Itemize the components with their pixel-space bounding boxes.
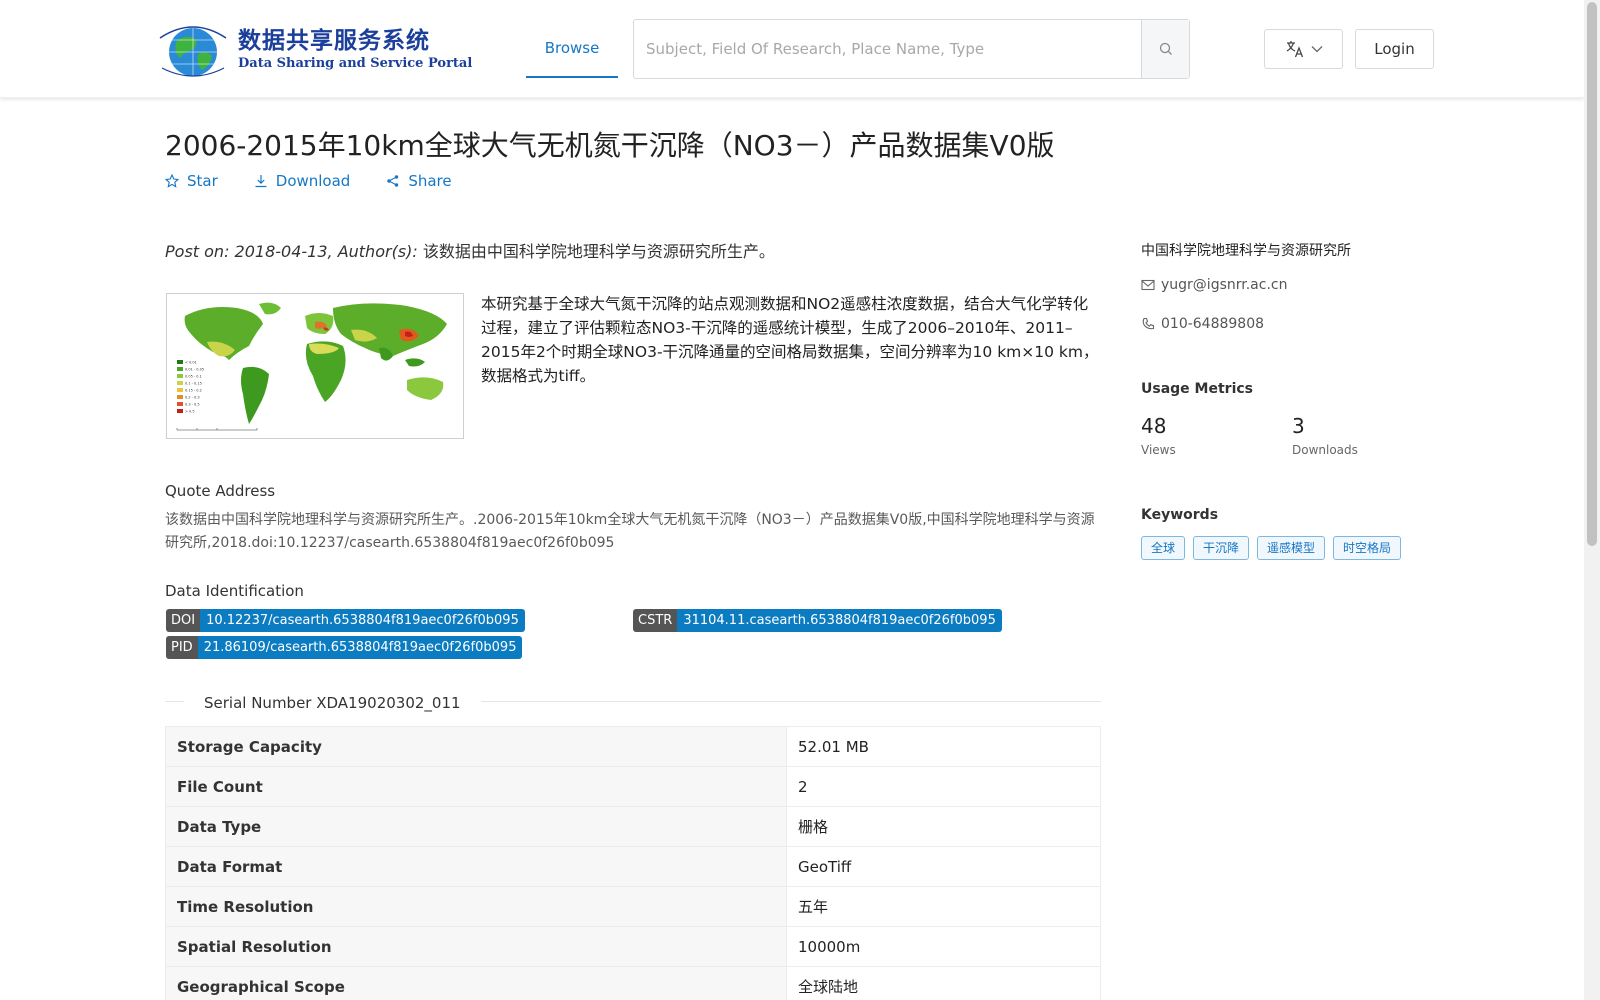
contact-email[interactable]: yugr@igsnrr.ac.cn <box>1141 277 1287 293</box>
info-value: 2 <box>786 766 1101 807</box>
search-button[interactable] <box>1141 20 1189 78</box>
info-value: 全球陆地 <box>786 966 1101 1000</box>
nav-browse-link[interactable]: Browse <box>526 0 618 78</box>
svg-text:0.1 - 0.15: 0.1 - 0.15 <box>185 382 202 386</box>
scrollbar-thumb[interactable] <box>1587 2 1597 546</box>
keyword-tag[interactable]: 干沉降 <box>1193 536 1250 560</box>
dataset-title: 2006-2015年10km全球大气无机氮干沉降（NO3－）产品数据集V0版 <box>165 129 1055 162</box>
logo-title-cn: 数据共享服务系统 <box>238 28 430 54</box>
author-text: 该数据由中国科学院地理科学与资源研究所生产。 <box>417 242 775 261</box>
info-value: GeoTiff <box>786 846 1101 887</box>
usage-metrics-title: Usage Metrics <box>1141 381 1253 397</box>
svg-text:0.3 - 0.5: 0.3 - 0.5 <box>185 403 200 407</box>
table-row: Geographical Scope 全球陆地 <box>165 966 1101 1000</box>
svg-text:0.01 - 0.05: 0.01 - 0.05 <box>185 368 204 372</box>
star-icon <box>165 174 179 188</box>
post-info: Post on: 2018-04-13, Author(s): 该数据由中国科学… <box>165 238 775 262</box>
translate-icon <box>1286 41 1303 58</box>
search-input[interactable] <box>634 20 1141 78</box>
top-header: 数据共享服务系统 Data Sharing and Service Portal… <box>0 0 1584 98</box>
dataset-actions: Star Download Share <box>165 172 488 190</box>
email-text: yugr@igsnrr.ac.cn <box>1161 277 1288 293</box>
info-value: 52.01 MB <box>786 726 1101 767</box>
globe-logo-icon <box>154 20 232 80</box>
pid-badge-key: PID <box>166 636 198 659</box>
keyword-tag[interactable]: 遥感模型 <box>1257 536 1326 560</box>
search-bar <box>633 19 1190 79</box>
contact-phone[interactable]: 010-64889808 <box>1141 316 1264 332</box>
dataset-thumbnail-map[interactable]: < 0.01 0.01 - 0.05 0.05 - 0.1 0.1 - 0.15… <box>166 293 464 439</box>
share-label: Share <box>408 172 452 190</box>
phone-text: 010-64889808 <box>1161 316 1265 332</box>
keywords-title: Keywords <box>1141 507 1219 523</box>
views-label: Views <box>1141 443 1176 457</box>
logo-title-en: Data Sharing and Service Portal <box>238 56 473 71</box>
keyword-list: 全球 干沉降 遥感模型 时空格局 <box>1141 536 1402 560</box>
pid-badge[interactable]: PID 21.86109/casearth.6538804f819aec0f26… <box>166 636 523 659</box>
doi-badge-value: 10.12237/casearth.6538804f819aec0f26f0b0… <box>200 609 525 632</box>
info-key: File Count <box>165 766 787 807</box>
download-label: Download <box>275 172 351 190</box>
table-row: File Count 2 <box>165 766 1101 807</box>
cstr-badge-key: CSTR <box>633 609 678 632</box>
pid-badge-value: 21.86109/casearth.6538804f819aec0f26f0b0… <box>197 636 523 659</box>
cstr-badge-value: 31104.11.casearth.6538804f819aec0f26f0b0… <box>677 609 1002 632</box>
data-identification-label: Data Identification <box>165 582 304 600</box>
info-key: Geographical Scope <box>165 966 787 1000</box>
svg-text:< 0.01: < 0.01 <box>185 361 197 365</box>
download-button[interactable]: Download <box>254 172 351 190</box>
share-icon <box>387 175 399 187</box>
chevron-down-icon <box>1311 46 1322 53</box>
share-button[interactable]: Share <box>386 172 452 190</box>
page-scrollbar[interactable] <box>1584 0 1600 1000</box>
serial-number: Serial Number XDA19020302_011 <box>184 694 481 712</box>
views-count: 48 <box>1141 414 1167 438</box>
info-key: Data Format <box>165 846 787 887</box>
table-row: Data Type 栅格 <box>165 806 1101 847</box>
info-value: 10000m <box>786 926 1101 967</box>
svg-text:0.15 - 0.2: 0.15 - 0.2 <box>185 389 202 393</box>
svg-text:> 0.5: > 0.5 <box>185 410 195 414</box>
keyword-tag[interactable]: 时空格局 <box>1333 536 1402 560</box>
info-key: Time Resolution <box>165 886 787 927</box>
site-logo[interactable]: 数据共享服务系统 Data Sharing and Service Portal <box>154 20 472 80</box>
language-switch-button[interactable] <box>1264 29 1343 69</box>
doi-badge[interactable]: DOI 10.12237/casearth.6538804f819aec0f26… <box>166 609 525 632</box>
mail-icon <box>1141 279 1155 291</box>
table-row: Spatial Resolution 10000m <box>165 926 1101 967</box>
phone-icon <box>1142 317 1155 330</box>
downloads-label: Downloads <box>1292 443 1358 457</box>
dataset-abstract: 本研究基于全球大气氮干沉降的站点观测数据和NO2遥感柱浓度数据，结合大气化学转化… <box>481 295 1099 385</box>
info-key: Storage Capacity <box>165 726 787 767</box>
quote-address-text: 该数据由中国科学院地理科学与资源研究所生产。.2006-2015年10km全球大… <box>165 512 1095 551</box>
cstr-badge[interactable]: CSTR 31104.11.casearth.6538804f819aec0f2… <box>633 609 1002 632</box>
svg-text:0.2 - 0.3: 0.2 - 0.3 <box>185 396 200 400</box>
table-row: Time Resolution 五年 <box>165 886 1101 927</box>
table-row: Data Format GeoTiff <box>165 846 1101 887</box>
doi-badge-key: DOI <box>166 609 201 632</box>
post-date-label: Post on: 2018-04-13, Author(s): <box>165 242 418 261</box>
quote-address-label: Quote Address <box>165 482 276 500</box>
info-key: Spatial Resolution <box>165 926 787 967</box>
info-value: 栅格 <box>786 806 1101 847</box>
star-button[interactable]: Star <box>165 172 218 190</box>
info-value: 五年 <box>786 886 1101 927</box>
svg-text:0.05 - 0.1: 0.05 - 0.1 <box>185 375 202 379</box>
star-label: Star <box>187 172 218 190</box>
dataset-info-table: Storage Capacity 52.01 MB File Count 2 D… <box>165 726 1101 1000</box>
table-row: Storage Capacity 52.01 MB <box>165 726 1101 767</box>
login-button[interactable]: Login <box>1355 29 1434 69</box>
info-key: Data Type <box>165 806 787 847</box>
download-icon <box>255 175 267 188</box>
search-icon <box>1159 42 1172 55</box>
downloads-count: 3 <box>1292 414 1305 438</box>
keyword-tag[interactable]: 全球 <box>1141 536 1186 560</box>
organization-name: 中国科学院地理科学与资源研究所 <box>1141 243 1351 259</box>
